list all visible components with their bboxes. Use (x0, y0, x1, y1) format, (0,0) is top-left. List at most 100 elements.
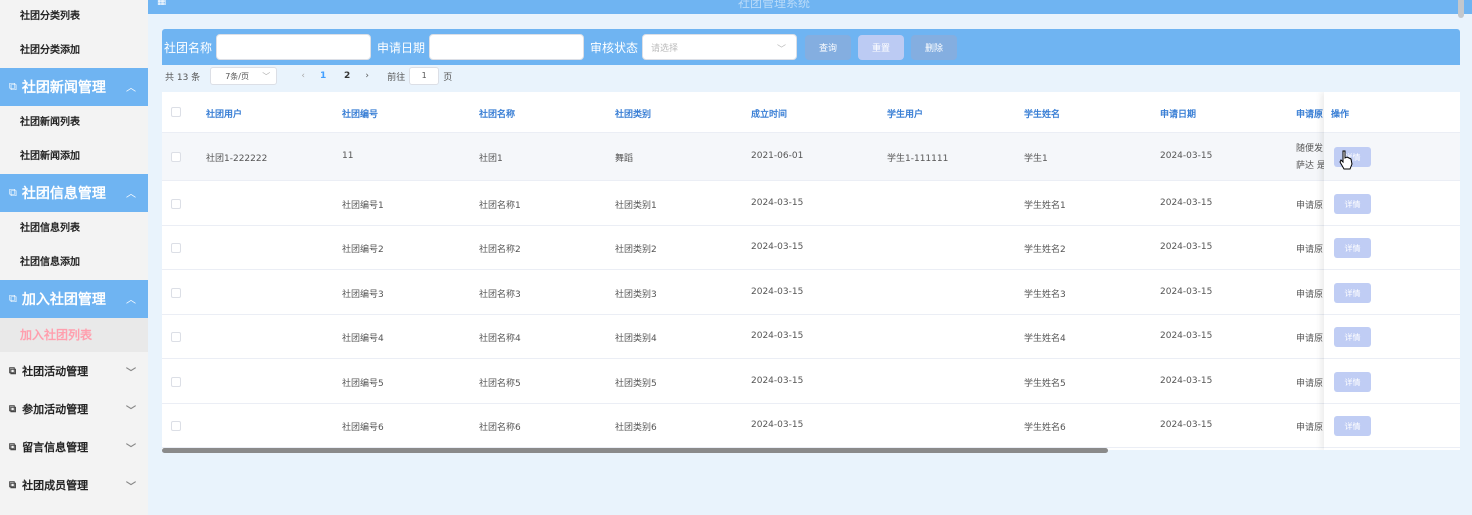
sidebar-sub-club-news-list[interactable]: 社团新闻列表 (0, 106, 148, 140)
chevron-down-icon: ﹀ (262, 72, 271, 81)
table-cell: 学生1-111111 (887, 154, 949, 164)
external-link-icon: ⧉ (9, 186, 17, 199)
sidebar-sub-club-category-list[interactable]: 社团分类列表 (0, 0, 148, 34)
table-cell: 社团1 (479, 154, 503, 164)
sidebar-item-label: 参加活动管理 (22, 403, 89, 416)
sidebar-sub-club-info-add[interactable]: 社团信息添加 (0, 246, 148, 280)
table-cell: 申请原 (1296, 201, 1324, 211)
table-cell: 社团编号3 (342, 290, 384, 300)
select-all-checkbox[interactable] (171, 107, 181, 117)
row-checkbox[interactable] (171, 243, 181, 253)
page-scrollbar[interactable] (1458, 0, 1464, 18)
row-checkbox[interactable] (171, 152, 181, 162)
table-cell: 学生姓名1 (1024, 201, 1066, 211)
sidebar-sub-club-news-add[interactable]: 社团新闻添加 (0, 140, 148, 174)
table-cell: 社团类别2 (615, 245, 657, 255)
ops-row: 详情 (1324, 181, 1460, 226)
goto-page-input[interactable]: 1 (409, 67, 440, 85)
ops-row: 详情 (1324, 315, 1460, 359)
operations-column: 操作 详情 详情 详情 详情 详情 详情 详情 (1324, 92, 1460, 450)
table-row[interactable]: 社团1-222222 11 社团1 舞蹈 2021-06-01 学生1-111111 学生1… (162, 133, 1460, 181)
external-link-icon: ⧉ (9, 292, 17, 305)
row-checkbox[interactable] (171, 199, 181, 209)
chevron-down-icon: ﹀ (126, 368, 136, 379)
sidebar-group-club-info[interactable]: ⧉ 社团信息管理 ︿ (0, 174, 148, 212)
row-checkbox[interactable] (171, 288, 181, 298)
chevron-up-icon: ︿ (126, 189, 136, 200)
table-row[interactable]: 社团编号3 社团名称3 社团类别3 2024-03-15 学生姓名3 2024-03-15… (162, 270, 1460, 315)
table-cell: 学生姓名5 (1024, 379, 1066, 389)
table-cell: 社团名称1 (479, 201, 521, 211)
delete-button[interactable]: 删除 (911, 34, 958, 60)
sidebar-sub-join-club-list[interactable]: 加入社团列表 (0, 318, 148, 352)
chevron-up-icon: ︿ (126, 83, 136, 94)
table-cell: 社团类别6 (615, 423, 657, 433)
sidebar-item-label: 社团成员管理 (22, 479, 89, 492)
club-name-input[interactable] (216, 34, 372, 60)
table-cell-line2: 萨达 是 (1296, 161, 1326, 171)
detail-button[interactable]: 详情 (1334, 327, 1371, 347)
table-cell: 社团编号6 (342, 423, 384, 433)
review-status-select[interactable]: 请选择 ﹀ (642, 34, 798, 60)
table-cell: 2024-03-15 (1160, 376, 1213, 386)
page-2-button[interactable]: 2 (335, 71, 359, 81)
table-cell: 学生姓名4 (1024, 334, 1066, 344)
ops-row: 详情 (1324, 270, 1460, 315)
page-size-select[interactable]: 7条/页 ﹀ (210, 67, 278, 85)
table-cell: 2024-03-15 (751, 331, 804, 341)
table-cell: 随便发 (1296, 144, 1324, 154)
table-cell: 申请原 (1296, 379, 1324, 389)
row-checkbox[interactable] (171, 332, 181, 342)
table-cell: 2024-03-15 (1160, 198, 1213, 208)
row-checkbox[interactable] (171, 421, 181, 431)
page-1-button[interactable]: 1 (311, 71, 335, 81)
sidebar-item-join-activity[interactable]: ⧉ 参加活动管理 ﹀ (0, 390, 148, 428)
sidebar-sub-club-category-add[interactable]: 社团分类添加 (0, 34, 148, 68)
table-row[interactable]: 社团编号2 社团名称2 社团类别2 2024-03-15 学生姓名2 2024-03-15… (162, 226, 1460, 270)
apply-date-input[interactable] (429, 34, 585, 60)
sidebar-sub-club-info-list[interactable]: 社团信息列表 (0, 212, 148, 246)
table-cell: 社团名称6 (479, 423, 521, 433)
column-header: 操作 (1331, 110, 1350, 120)
detail-button[interactable]: 详情 (1334, 283, 1371, 303)
detail-button[interactable]: 详情 (1334, 372, 1371, 392)
hand-cursor-icon (1339, 150, 1353, 170)
table-cell: 学生姓名2 (1024, 245, 1066, 255)
row-checkbox[interactable] (171, 377, 181, 387)
table-row[interactable]: 社团编号4 社团名称4 社团类别4 2024-03-15 学生姓名4 2024-03-15… (162, 315, 1460, 359)
detail-button[interactable]: 详情 (1334, 238, 1371, 258)
detail-button[interactable]: 详情 (1334, 194, 1371, 214)
column-header: 申请日期 (1160, 110, 1197, 120)
table-cell: 社团类别5 (615, 379, 657, 389)
table-cell: 社团编号4 (342, 334, 384, 344)
select-placeholder: 请选择 (651, 44, 679, 54)
table-cell: 2024-03-15 (1160, 151, 1213, 161)
menu-grid-icon[interactable]: ▦ (157, 0, 170, 5)
table-row[interactable]: 社团编号5 社团名称5 社团类别5 2024-03-15 学生姓名5 2024-03-15… (162, 359, 1460, 404)
table-row[interactable]: 社团编号1 社团名称1 社团类别1 2024-03-15 学生姓名1 2024-03-15… (162, 181, 1460, 226)
sidebar-item-label: 留言信息管理 (22, 441, 89, 454)
sidebar-item-club-members[interactable]: ⧉ 社团成员管理 ﹀ (0, 466, 148, 504)
next-page-button[interactable]: › (359, 71, 375, 81)
table-row[interactable]: 社团编号6 社团名称6 社团类别6 2024-03-15 学生姓名6 2024-03-15… (162, 404, 1460, 448)
table-cell: 社团编号2 (342, 245, 384, 255)
chevron-down-icon: ﹀ (126, 482, 136, 493)
sidebar-group-club-news[interactable]: ⧉ 社团新闻管理 ︿ (0, 68, 148, 106)
ops-row: 详情 (1324, 226, 1460, 270)
external-link-icon: ⧉ (9, 80, 17, 93)
table-cell: 社团1-222222 (206, 154, 268, 164)
sidebar-group-join-club[interactable]: ⧉ 加入社团管理 ︿ (0, 280, 148, 318)
detail-button[interactable]: 详情 (1334, 416, 1371, 436)
sidebar-item-messages[interactable]: ⧉ 留言信息管理 ﹀ (0, 428, 148, 466)
column-header: 社团类别 (615, 110, 652, 120)
table-cell: 社团编号1 (342, 201, 384, 211)
table-cell: 申请原 (1296, 290, 1324, 300)
query-button[interactable]: 查询 (805, 34, 852, 60)
data-table: 社团用户 社团编号 社团名称 社团类别 成立时间 学生用户 学生姓名 申请日期 … (162, 92, 1460, 450)
sidebar-item-club-activity[interactable]: ⧉ 社团活动管理 ﹀ (0, 352, 148, 390)
prev-page-button[interactable]: ‹ (295, 71, 311, 81)
reset-button[interactable]: 重置 (858, 34, 905, 60)
apply-date-label: 申请日期 (377, 40, 426, 55)
column-header: 成立时间 (751, 110, 788, 120)
horizontal-scrollbar[interactable] (162, 448, 1108, 453)
